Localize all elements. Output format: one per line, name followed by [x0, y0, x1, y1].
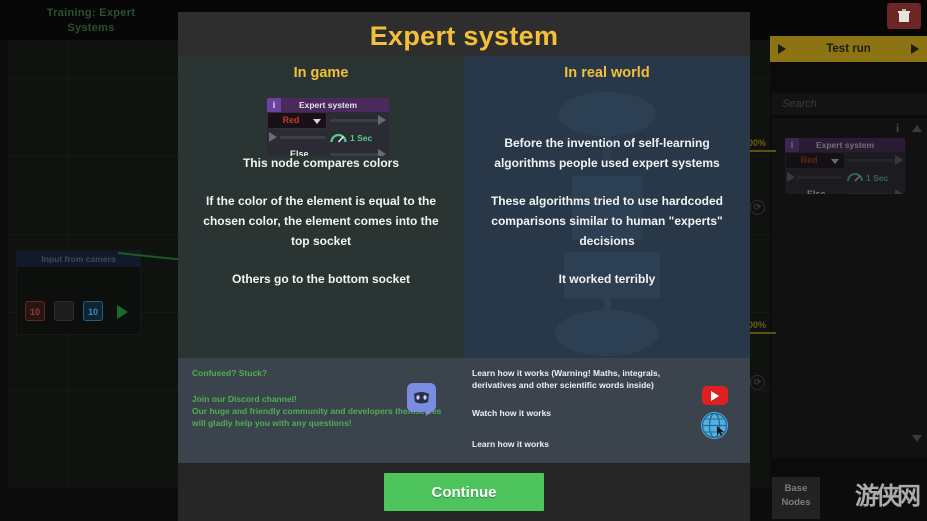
- test-run-label: Test run: [826, 43, 871, 55]
- scroll-up-icon[interactable]: [912, 125, 922, 132]
- info-icon[interactable]: i: [896, 123, 899, 135]
- scroll-down-icon[interactable]: [912, 435, 922, 442]
- trash-button[interactable]: [887, 3, 921, 29]
- settings-circle-icon-2[interactable]: ⟳: [750, 375, 765, 390]
- panel-real-world-body: Before the invention of self-learning al…: [464, 81, 750, 289]
- youtube-icon[interactable]: [702, 386, 728, 405]
- training-title-line1: Training: Expert: [46, 7, 136, 19]
- continue-button[interactable]: Continue: [384, 473, 544, 511]
- training-title: Training: Expert Systems: [26, 6, 156, 36]
- footer-links-section: Learn how it works (Warning! Maths, inte…: [464, 358, 750, 463]
- sidebar-node-row-color: Red: [785, 152, 905, 169]
- sidebar-node-title: Expert system: [815, 140, 875, 150]
- in-game-paragraph-2: If the color of the element is equal to …: [203, 194, 439, 248]
- panel-in-game-heading: In game: [293, 65, 349, 81]
- game-screen: Input from camera 10 10 Training: Expert…: [0, 0, 927, 521]
- footer-discord-section: Confused? Stuck? Join our Discord channe…: [178, 358, 464, 463]
- real-world-paragraph-3: It worked terribly: [558, 272, 656, 286]
- footer-learn-link[interactable]: Learn how it works: [472, 438, 742, 450]
- panel-in-game-body: This node compares colors If the color o…: [178, 81, 464, 289]
- modal-footer-info: Confused? Stuck? Join our Discord channe…: [178, 358, 750, 463]
- percent-label-top: 00%: [748, 138, 767, 148]
- panel-real-world-heading: In real world: [564, 65, 650, 81]
- sidebar-speed-label: 1 Sec: [866, 173, 889, 183]
- sidebar-node-header: i Expert system: [785, 138, 905, 152]
- camera-slot-gray[interactable]: [54, 301, 74, 321]
- discord-glyph-icon: [414, 392, 429, 404]
- youtube-play-icon: [711, 390, 719, 401]
- discord-icon[interactable]: [407, 383, 436, 416]
- in-game-paragraph-1: This node compares colors: [242, 156, 400, 170]
- camera-output-arrow-icon[interactable]: [117, 305, 128, 319]
- web-icon[interactable]: [701, 412, 728, 439]
- panel-in-game: In game i Expert system Red 1 Sec Else T…: [178, 56, 464, 358]
- sidebar-expert-system-node[interactable]: i Expert system Red 1 Sec Else: [785, 138, 905, 194]
- input-from-camera-node[interactable]: Input from camera 10 10: [16, 250, 141, 335]
- modal-title-text: Expert system: [369, 20, 559, 51]
- in-game-paragraph-3: Others go to the bottom socket: [231, 272, 410, 286]
- sidebar-color-dropdown[interactable]: Red: [785, 152, 845, 169]
- speed-gauge-icon: [847, 173, 863, 182]
- test-run-button[interactable]: Test run: [770, 36, 927, 62]
- base-nodes-line1: Base: [784, 483, 808, 494]
- modal-action-bar: Continue: [178, 463, 750, 521]
- settings-circle-icon[interactable]: ⟳: [750, 200, 765, 215]
- base-nodes-tab[interactable]: Base Nodes: [772, 477, 820, 519]
- trash-icon: [898, 9, 910, 22]
- training-title-line2: Systems: [67, 22, 115, 34]
- sidebar-node-row-else: Else: [785, 186, 905, 194]
- node-library-list[interactable]: i i Expert system Red 1 Sec Else: [772, 118, 927, 458]
- footer-learn-warning-1: Learn how it works (Warning! Maths, inte…: [472, 368, 661, 378]
- site-watermark: 游侠网: [855, 482, 921, 510]
- search-input[interactable]: Search: [772, 93, 927, 115]
- footer-confused-label: Confused? Stuck?: [192, 368, 268, 378]
- globe-icon: [701, 412, 728, 439]
- sidebar-node-row-speed: 1 Sec: [785, 169, 905, 186]
- discord-tail-icon: [426, 410, 434, 416]
- camera-node-body: 10 10: [17, 267, 140, 335]
- panel-in-real-world: In real world Before the invention of se…: [464, 56, 750, 358]
- camera-slot-red[interactable]: 10: [25, 301, 45, 321]
- modal-panels: In game i Expert system Red 1 Sec Else T…: [178, 56, 750, 358]
- real-world-paragraph-1: Before the invention of self-learning al…: [494, 136, 720, 170]
- sidebar-else-label: Else: [807, 189, 826, 194]
- footer-discord-desc-2: will gladly help you with any questions!: [192, 418, 352, 428]
- real-world-paragraph-2: These algorithms tried to use hardcoded …: [490, 194, 724, 248]
- play-right-icon: [911, 44, 919, 54]
- sidebar-node-info-badge[interactable]: i: [785, 138, 799, 152]
- play-left-icon: [778, 44, 786, 54]
- chevron-down-icon: [831, 159, 839, 164]
- modal-header: Expert system: [178, 12, 750, 60]
- base-nodes-line2: Nodes: [781, 497, 811, 508]
- camera-slot-blue[interactable]: 10: [83, 301, 103, 321]
- percent-label-bottom: 00%: [748, 320, 767, 330]
